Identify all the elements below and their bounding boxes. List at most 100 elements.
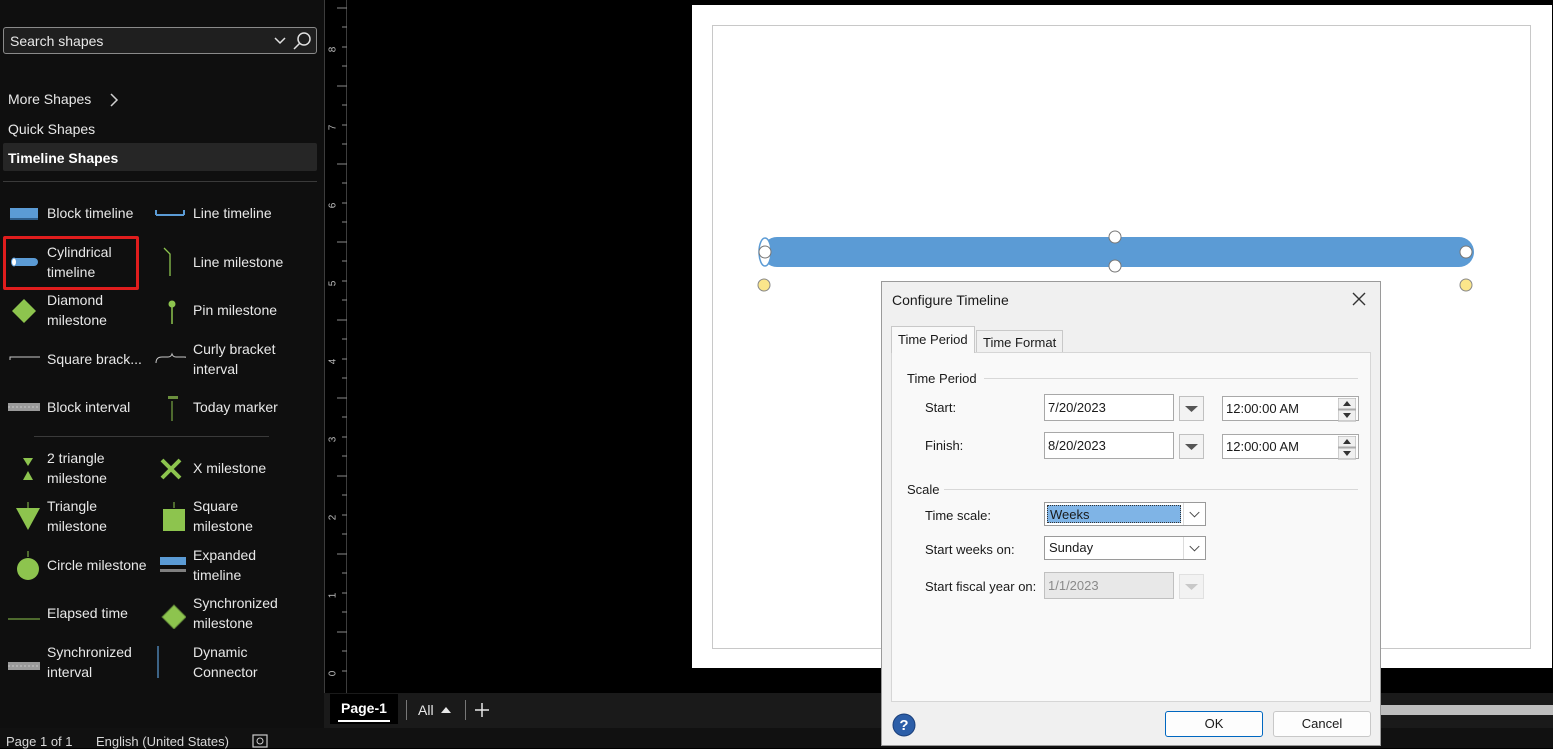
- more-shapes-item[interactable]: More Shapes: [8, 91, 91, 107]
- shape-label: 2 triangle milestone: [47, 450, 107, 486]
- diamond-milestone-icon: [12, 299, 36, 323]
- shape-triangle-milestone[interactable]: Triangle milestone: [4, 494, 144, 538]
- expanded-timeline-icon: [160, 557, 186, 572]
- shapes-pane: Search shapes More Shapes Quick Shapes T…: [0, 0, 324, 728]
- synchronized-milestone-icon: [161, 604, 186, 629]
- shape-square-milestone[interactable]: Square milestone: [150, 494, 290, 538]
- time-scale-label: Time scale:: [925, 508, 991, 523]
- shape-today-marker[interactable]: Today marker: [150, 385, 290, 429]
- shape-label: Pin milestone: [193, 302, 278, 318]
- close-icon[interactable]: [1348, 288, 1370, 310]
- line-milestone-icon: [163, 247, 171, 276]
- start-weeks-label: Start weeks on:: [925, 542, 1015, 557]
- start-date-value: 7/20/2023: [1048, 400, 1106, 415]
- start-time-field[interactable]: 12:00:00 AM: [1222, 396, 1359, 422]
- circle-milestone-icon: [17, 551, 39, 580]
- shapes-pane-top-edge: [3, 0, 317, 2]
- ok-button[interactable]: OK: [1165, 711, 1263, 737]
- finish-time-field[interactable]: 12:00:00 AM: [1222, 434, 1359, 460]
- scale-group-label: Scale: [907, 482, 940, 497]
- timeline-shapes-label: Timeline Shapes: [8, 150, 119, 166]
- shape-2-triangle-milestone[interactable]: 2 triangle milestone: [4, 446, 144, 490]
- shape-label: Diamond milestone: [47, 292, 107, 328]
- shape-block-interval[interactable]: Block interval: [4, 385, 144, 429]
- shape-expanded-timeline[interactable]: Expanded timeline: [150, 543, 290, 587]
- more-shapes-label: More Shapes: [8, 91, 92, 107]
- tab-time-period-label: Time Period: [898, 332, 968, 347]
- start-date-field[interactable]: 7/20/2023: [1044, 394, 1174, 421]
- time-period-panel: Time Period Start: 7/20/2023 12:00:00 AM…: [891, 352, 1371, 702]
- accessibility-icon[interactable]: [251, 732, 269, 748]
- synchronized-interval-icon: [8, 662, 40, 670]
- block-timeline-icon: [10, 208, 38, 220]
- search-shapes-placeholder: Search shapes: [10, 33, 104, 49]
- language-status[interactable]: English (United States): [96, 734, 229, 749]
- shape-pin-milestone[interactable]: Pin milestone: [150, 288, 290, 332]
- shape-circle-milestone[interactable]: Circle milestone: [4, 543, 147, 587]
- spinner-icon[interactable]: [1338, 436, 1356, 460]
- ruler-label: 2: [327, 514, 339, 521]
- tab-time-format-label: Time Format: [983, 335, 1057, 350]
- all-pages-label: All: [418, 702, 434, 718]
- vertical-ruler: 8 7 6 5 4 3 2 1 0: [324, 0, 347, 693]
- square-bracket-icon: [9, 356, 40, 360]
- fiscal-year-label: Start fiscal year on:: [925, 579, 1037, 594]
- shape-label: Synchronized milestone: [193, 595, 278, 631]
- start-weeks-select[interactable]: Sunday: [1044, 536, 1206, 560]
- page-number-status[interactable]: Page 1 of 1: [6, 734, 73, 749]
- shape-diamond-milestone[interactable]: Diamond milestone: [4, 288, 144, 332]
- shape-x-milestone[interactable]: X milestone: [150, 446, 290, 490]
- finish-date-value: 8/20/2023: [1048, 438, 1106, 453]
- start-date-dropdown[interactable]: [1179, 396, 1204, 421]
- shape-label: Square brack...: [47, 351, 142, 367]
- divider: [406, 700, 407, 720]
- ruler-label: 7: [327, 124, 339, 131]
- timeline-shapes-item[interactable]: Timeline Shapes: [3, 143, 317, 171]
- horizontal-scrollbar[interactable]: [1380, 705, 1553, 715]
- time-scale-select[interactable]: Weeks: [1044, 502, 1206, 526]
- ruler-label: 8: [327, 46, 339, 53]
- help-icon[interactable]: ?: [892, 713, 916, 737]
- fiscal-year-field: 1/1/2023: [1044, 572, 1174, 599]
- shape-elapsed-time[interactable]: Elapsed time: [4, 591, 144, 635]
- search-shapes-input[interactable]: Search shapes: [3, 27, 317, 54]
- all-pages-button[interactable]: All: [418, 702, 452, 718]
- ruler-label: 6: [327, 202, 339, 209]
- shape-synchronized-interval[interactable]: Synchronized interval: [4, 640, 144, 684]
- active-tab-underline: [338, 720, 390, 722]
- chevron-down-icon: [1185, 444, 1198, 450]
- time-period-group-label: Time Period: [907, 371, 977, 386]
- square-milestone-icon: [163, 502, 185, 531]
- shape-curly-bracket-interval[interactable]: Curly bracket interval: [150, 337, 290, 381]
- finish-date-dropdown[interactable]: [1179, 434, 1204, 459]
- elapsed-time-icon: [8, 618, 40, 620]
- svg-text:?: ?: [899, 717, 908, 734]
- cancel-button[interactable]: Cancel: [1273, 711, 1371, 737]
- shape-block-timeline[interactable]: Block timeline: [4, 191, 144, 235]
- quick-shapes-item[interactable]: Quick Shapes: [8, 121, 95, 137]
- search-icon[interactable]: [292, 31, 312, 51]
- ruler-label: 0: [327, 670, 339, 677]
- shape-label: Today marker: [193, 399, 278, 415]
- chevron-down-icon: [1185, 584, 1198, 590]
- start-label: Start:: [925, 400, 957, 415]
- chevron-right-icon: [110, 93, 119, 107]
- group-divider: [944, 489, 1358, 490]
- divider: [34, 436, 269, 437]
- start-time-value: 12:00:00 AM: [1226, 401, 1299, 416]
- shape-dynamic-connector[interactable]: Dynamic Connector: [150, 640, 290, 684]
- tab-page-1-label: Page-1: [341, 700, 387, 716]
- shape-square-bracket[interactable]: Square brack...: [4, 337, 144, 381]
- finish-date-field[interactable]: 8/20/2023: [1044, 432, 1174, 459]
- tab-page-1[interactable]: Page-1: [330, 694, 398, 724]
- tab-time-format[interactable]: Time Format: [976, 330, 1064, 352]
- shape-label: Elapsed time: [47, 605, 128, 621]
- tab-time-period[interactable]: Time Period: [891, 326, 975, 353]
- chevron-down-icon[interactable]: [273, 34, 287, 48]
- shape-line-milestone[interactable]: Line milestone: [150, 240, 290, 284]
- spinner-icon[interactable]: [1338, 398, 1356, 422]
- shape-synchronized-milestone[interactable]: Synchronized milestone: [150, 591, 290, 635]
- add-page-icon[interactable]: [474, 702, 490, 718]
- divider: [465, 700, 466, 720]
- shape-line-timeline[interactable]: Line timeline: [150, 191, 290, 235]
